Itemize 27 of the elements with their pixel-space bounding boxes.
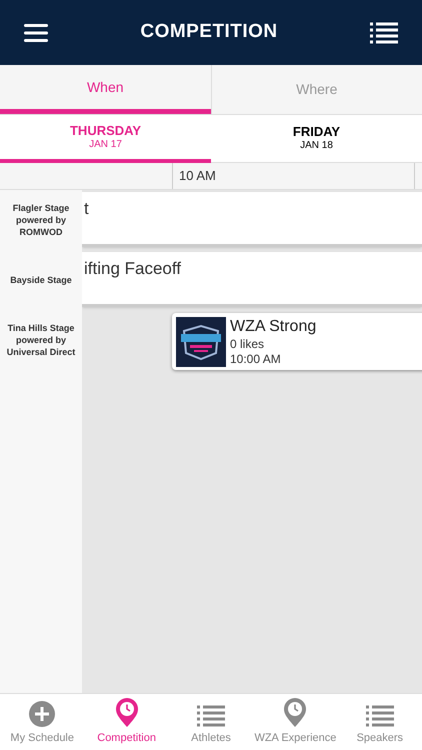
list-icon [197,704,226,728]
menu-icon[interactable] [24,22,48,42]
time-slot-header: 10 AM [172,163,415,189]
event-card[interactable]: ifting Faceoff [82,252,422,307]
list-icon [370,20,398,44]
stage-name: Flagler Stage powered by ROMWOD [12,202,70,238]
nav-tab[interactable]: Speakers [338,694,422,750]
header-title: COMPETITION [140,20,278,44]
nav-tab[interactable]: Competition [84,694,169,750]
event-title: t [84,198,89,220]
nav-tab[interactable]: Athletes [168,694,254,750]
list-icon [366,704,394,728]
clock-pin-icon [283,698,308,728]
event-title: ifting Faceoff [84,258,182,280]
clock-pin-icon [114,698,139,728]
event-title: WZA Strong [230,316,316,336]
event-logo-icon [176,316,226,366]
plus-icon [28,700,56,728]
nav-tab[interactable]: My Schedule [0,694,84,750]
event-card[interactable]: t [82,192,422,247]
event-card[interactable]: WZA Strong 0 likes 10:00 AM [172,313,422,370]
stage-name: Bayside Stage [10,274,72,286]
event-time: 10:00 AM [230,352,282,366]
stage-name: Tina Hills Stage powered by Universal Direct [6,322,76,358]
nav-tab[interactable]: WZA Experience [253,694,338,750]
view-tab[interactable]: Where [210,65,422,114]
event-likes: 0 likes [230,336,266,352]
